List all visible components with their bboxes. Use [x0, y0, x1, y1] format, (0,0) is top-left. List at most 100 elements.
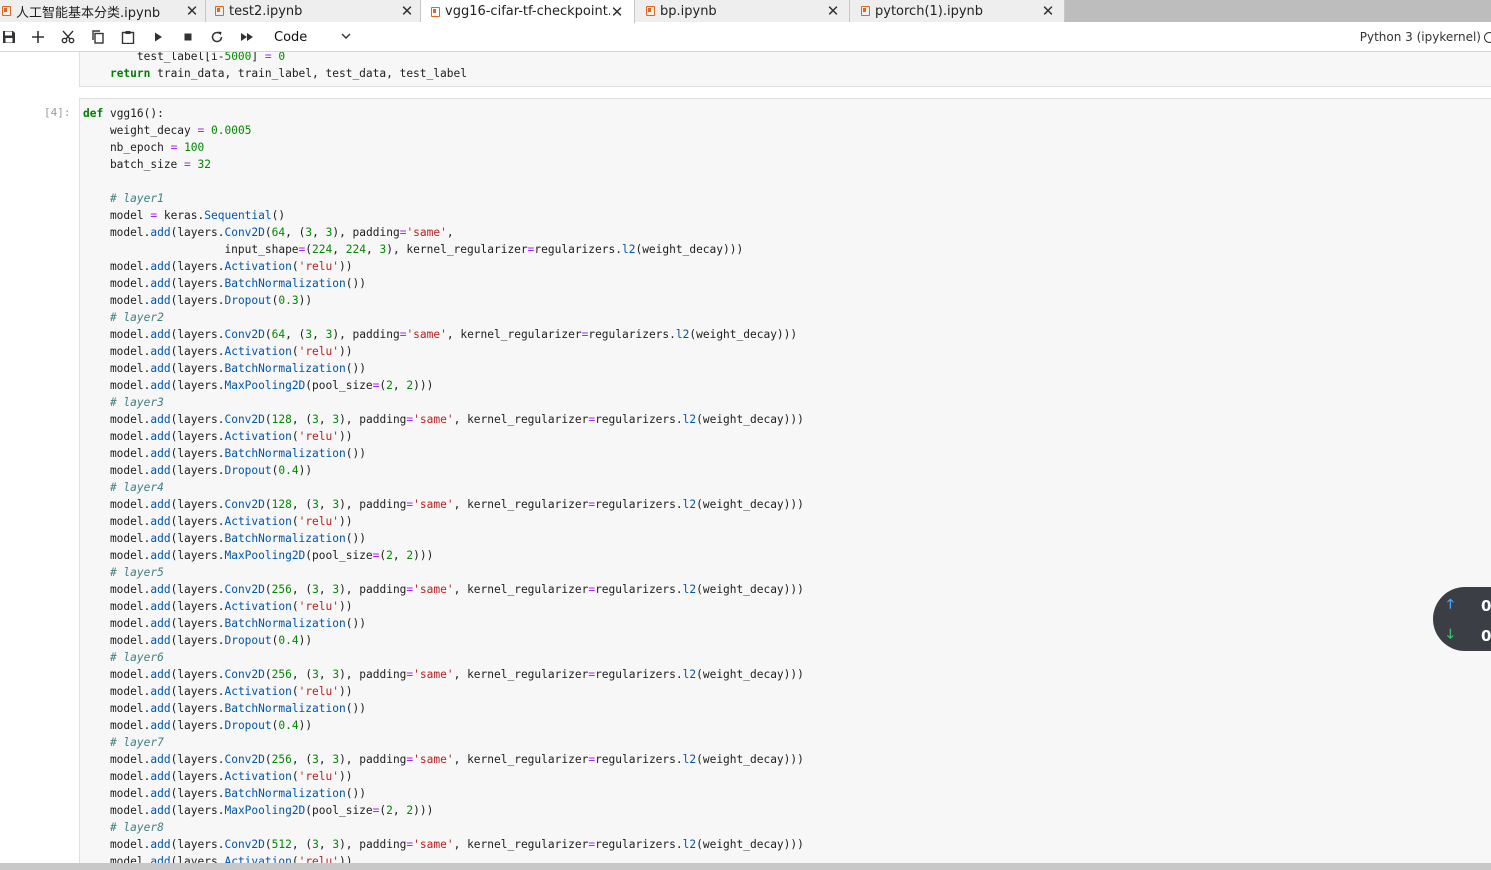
- code-line: # layer3: [109, 396, 164, 409]
- code-line: model.add(layers.Activation('relu')): [83, 685, 353, 698]
- code-line: # layer2: [109, 311, 164, 324]
- arrow-up-icon: 🡑: [1447, 597, 1454, 612]
- notebook-icon: [2, 6, 11, 16]
- code-line: batch_size = 32: [83, 158, 212, 171]
- notebook-toolbar: Code Python 3 (ipykernel): [0, 23, 1491, 52]
- code-line: model.add(layers.BatchNormalization()): [83, 532, 366, 545]
- code-line: nb_epoch = 100: [83, 141, 205, 154]
- tab-label: bp.ipynb: [660, 3, 717, 19]
- notebook-icon: [861, 6, 870, 16]
- copy-button[interactable]: [89, 28, 107, 46]
- tab-label: 人工智能基本分类.ipynb: [16, 5, 161, 21]
- code-line: model.add(layers.Dropout(0.3)): [83, 294, 313, 307]
- plus-icon: [32, 31, 44, 43]
- close-icon[interactable]: ✕: [400, 2, 414, 20]
- code-line: # layer7: [109, 736, 164, 749]
- code-line: model.add(layers.Activation('relu')): [83, 345, 353, 358]
- paste-button[interactable]: [119, 28, 137, 46]
- cell-type-value: Code: [274, 29, 308, 45]
- upload-value: 0: [1481, 597, 1491, 615]
- code-line: model.add(layers.Activation('relu')): [83, 430, 353, 443]
- code-line: model.add(layers.Conv2D(128, (3, 3), pad…: [83, 498, 804, 511]
- kernel-name[interactable]: Python 3 (ipykernel): [1360, 30, 1481, 44]
- close-icon[interactable]: ✕: [1041, 2, 1055, 20]
- tab-label: pytorch(1).ipynb: [875, 3, 984, 19]
- code-line: model.add(layers.Activation('relu')): [83, 260, 353, 273]
- code-line: model.add(layers.MaxPooling2D(pool_size=…: [83, 804, 434, 817]
- play-icon: [155, 32, 162, 42]
- code-cell-vgg16[interactable]: def vgg16(): weight_decay = 0.0005 nb_ep…: [79, 98, 1491, 863]
- save-icon: [3, 31, 15, 43]
- chevron-down-icon: [341, 33, 351, 39]
- code-editor[interactable]: test_label[i-5000] = 0 return train_data…: [83, 52, 467, 82]
- tab-ai-classification[interactable]: 人工智能基本分类.ipynb ✕: [0, 0, 206, 22]
- code-line: # layer6: [109, 651, 164, 664]
- code-line: model = keras.Sequential(): [83, 209, 286, 222]
- code-line: model.add(layers.Activation('relu')): [83, 770, 353, 783]
- cell-type-select[interactable]: Code: [274, 27, 354, 47]
- code-line: model.add(layers.Activation('relu')): [83, 600, 353, 613]
- restart-icon: [211, 31, 223, 43]
- close-icon[interactable]: ✕: [610, 3, 624, 21]
- code-line: model.add(layers.Activation('relu')): [83, 855, 353, 863]
- code-line: # layer8: [109, 821, 164, 834]
- copy-icon: [92, 30, 104, 44]
- tab-label: vgg16-cifar-tf-checkpoint.ipynb: [445, 4, 610, 19]
- restart-run-all-button[interactable]: [238, 28, 256, 46]
- code-line: model.add(layers.BatchNormalization()): [83, 277, 366, 290]
- cut-button[interactable]: [59, 28, 77, 46]
- code-line: model.add(layers.BatchNormalization()): [83, 362, 366, 375]
- code-line: model.add(layers.Conv2D(512, (3, 3), pad…: [83, 838, 804, 851]
- insert-cell-button[interactable]: [29, 28, 47, 46]
- tab-bp[interactable]: bp.ipynb ✕: [635, 0, 850, 22]
- interrupt-button[interactable]: [179, 28, 197, 46]
- code-line: model.add(layers.Dropout(0.4)): [83, 719, 313, 732]
- fast-forward-icon: [241, 33, 253, 41]
- save-button[interactable]: [0, 28, 18, 46]
- paste-icon: [121, 31, 135, 44]
- scissors-icon: [61, 30, 75, 44]
- network-speed-widget[interactable]: 🡑 0 🡓 0: [1433, 587, 1491, 651]
- notebook-panel: test_label[i-5000] = 0 return train_data…: [0, 52, 1491, 863]
- upload-row: 🡑 0: [1447, 595, 1491, 617]
- code-line: model.add(layers.BatchNormalization()): [83, 787, 366, 800]
- code-line: model.add(layers.BatchNormalization()): [83, 617, 366, 630]
- restart-button[interactable]: [208, 28, 226, 46]
- close-icon[interactable]: ✕: [826, 2, 840, 20]
- code-line: # layer4: [109, 481, 164, 494]
- kernel-status-icon: [1484, 32, 1491, 43]
- tab-pytorch[interactable]: pytorch(1).ipynb ✕: [850, 0, 1065, 22]
- horizontal-scrollbar[interactable]: [0, 863, 1491, 870]
- cell-prompt: [4]:: [44, 106, 71, 119]
- run-button[interactable]: [149, 28, 167, 46]
- code-cell-previous[interactable]: test_label[i-5000] = 0 return train_data…: [79, 52, 1491, 87]
- tab-vgg16-checkpoint[interactable]: vgg16-cifar-tf-checkpoint.ipynb ✕: [421, 0, 635, 23]
- code-line: def vgg16():: [83, 107, 164, 120]
- code-line: weight_decay = 0.0005: [83, 124, 252, 137]
- code-line: model.add(layers.Conv2D(128, (3, 3), pad…: [83, 413, 804, 426]
- code-line: model.add(layers.Conv2D(256, (3, 3), pad…: [83, 583, 804, 596]
- stop-icon: [184, 33, 192, 41]
- notebook-icon: [215, 6, 224, 16]
- code-line: test_label[i-5000] = 0: [83, 52, 286, 63]
- code-editor[interactable]: def vgg16(): weight_decay = 0.0005 nb_ep…: [83, 105, 804, 863]
- download-row: 🡓 0: [1447, 625, 1491, 647]
- code-line: model.add(layers.MaxPooling2D(pool_size=…: [83, 549, 434, 562]
- close-icon[interactable]: ✕: [185, 2, 199, 20]
- code-line: model.add(layers.Conv2D(256, (3, 3), pad…: [83, 753, 804, 766]
- arrow-down-icon: 🡓: [1447, 627, 1454, 642]
- code-line: # layer5: [109, 566, 164, 579]
- code-line: model.add(layers.Activation('relu')): [83, 515, 353, 528]
- code-line: model.add(layers.Dropout(0.4)): [83, 464, 313, 477]
- code-line: model.add(layers.Conv2D(64, (3, 3), padd…: [83, 226, 454, 239]
- download-value: 0: [1481, 627, 1491, 645]
- tab-bar: 人工智能基本分类.ipynb ✕ test2.ipynb ✕ vgg16-cif…: [0, 0, 1491, 23]
- code-line: model.add(layers.MaxPooling2D(pool_size=…: [83, 379, 434, 392]
- tab-test2[interactable]: test2.ipynb ✕: [206, 0, 421, 22]
- code-line: # layer1: [109, 192, 164, 205]
- tab-label: test2.ipynb: [229, 3, 303, 19]
- code-line: model.add(layers.BatchNormalization()): [83, 702, 366, 715]
- code-line: return train_data, train_label, test_dat…: [109, 67, 467, 80]
- code-line: model.add(layers.Dropout(0.4)): [83, 634, 313, 647]
